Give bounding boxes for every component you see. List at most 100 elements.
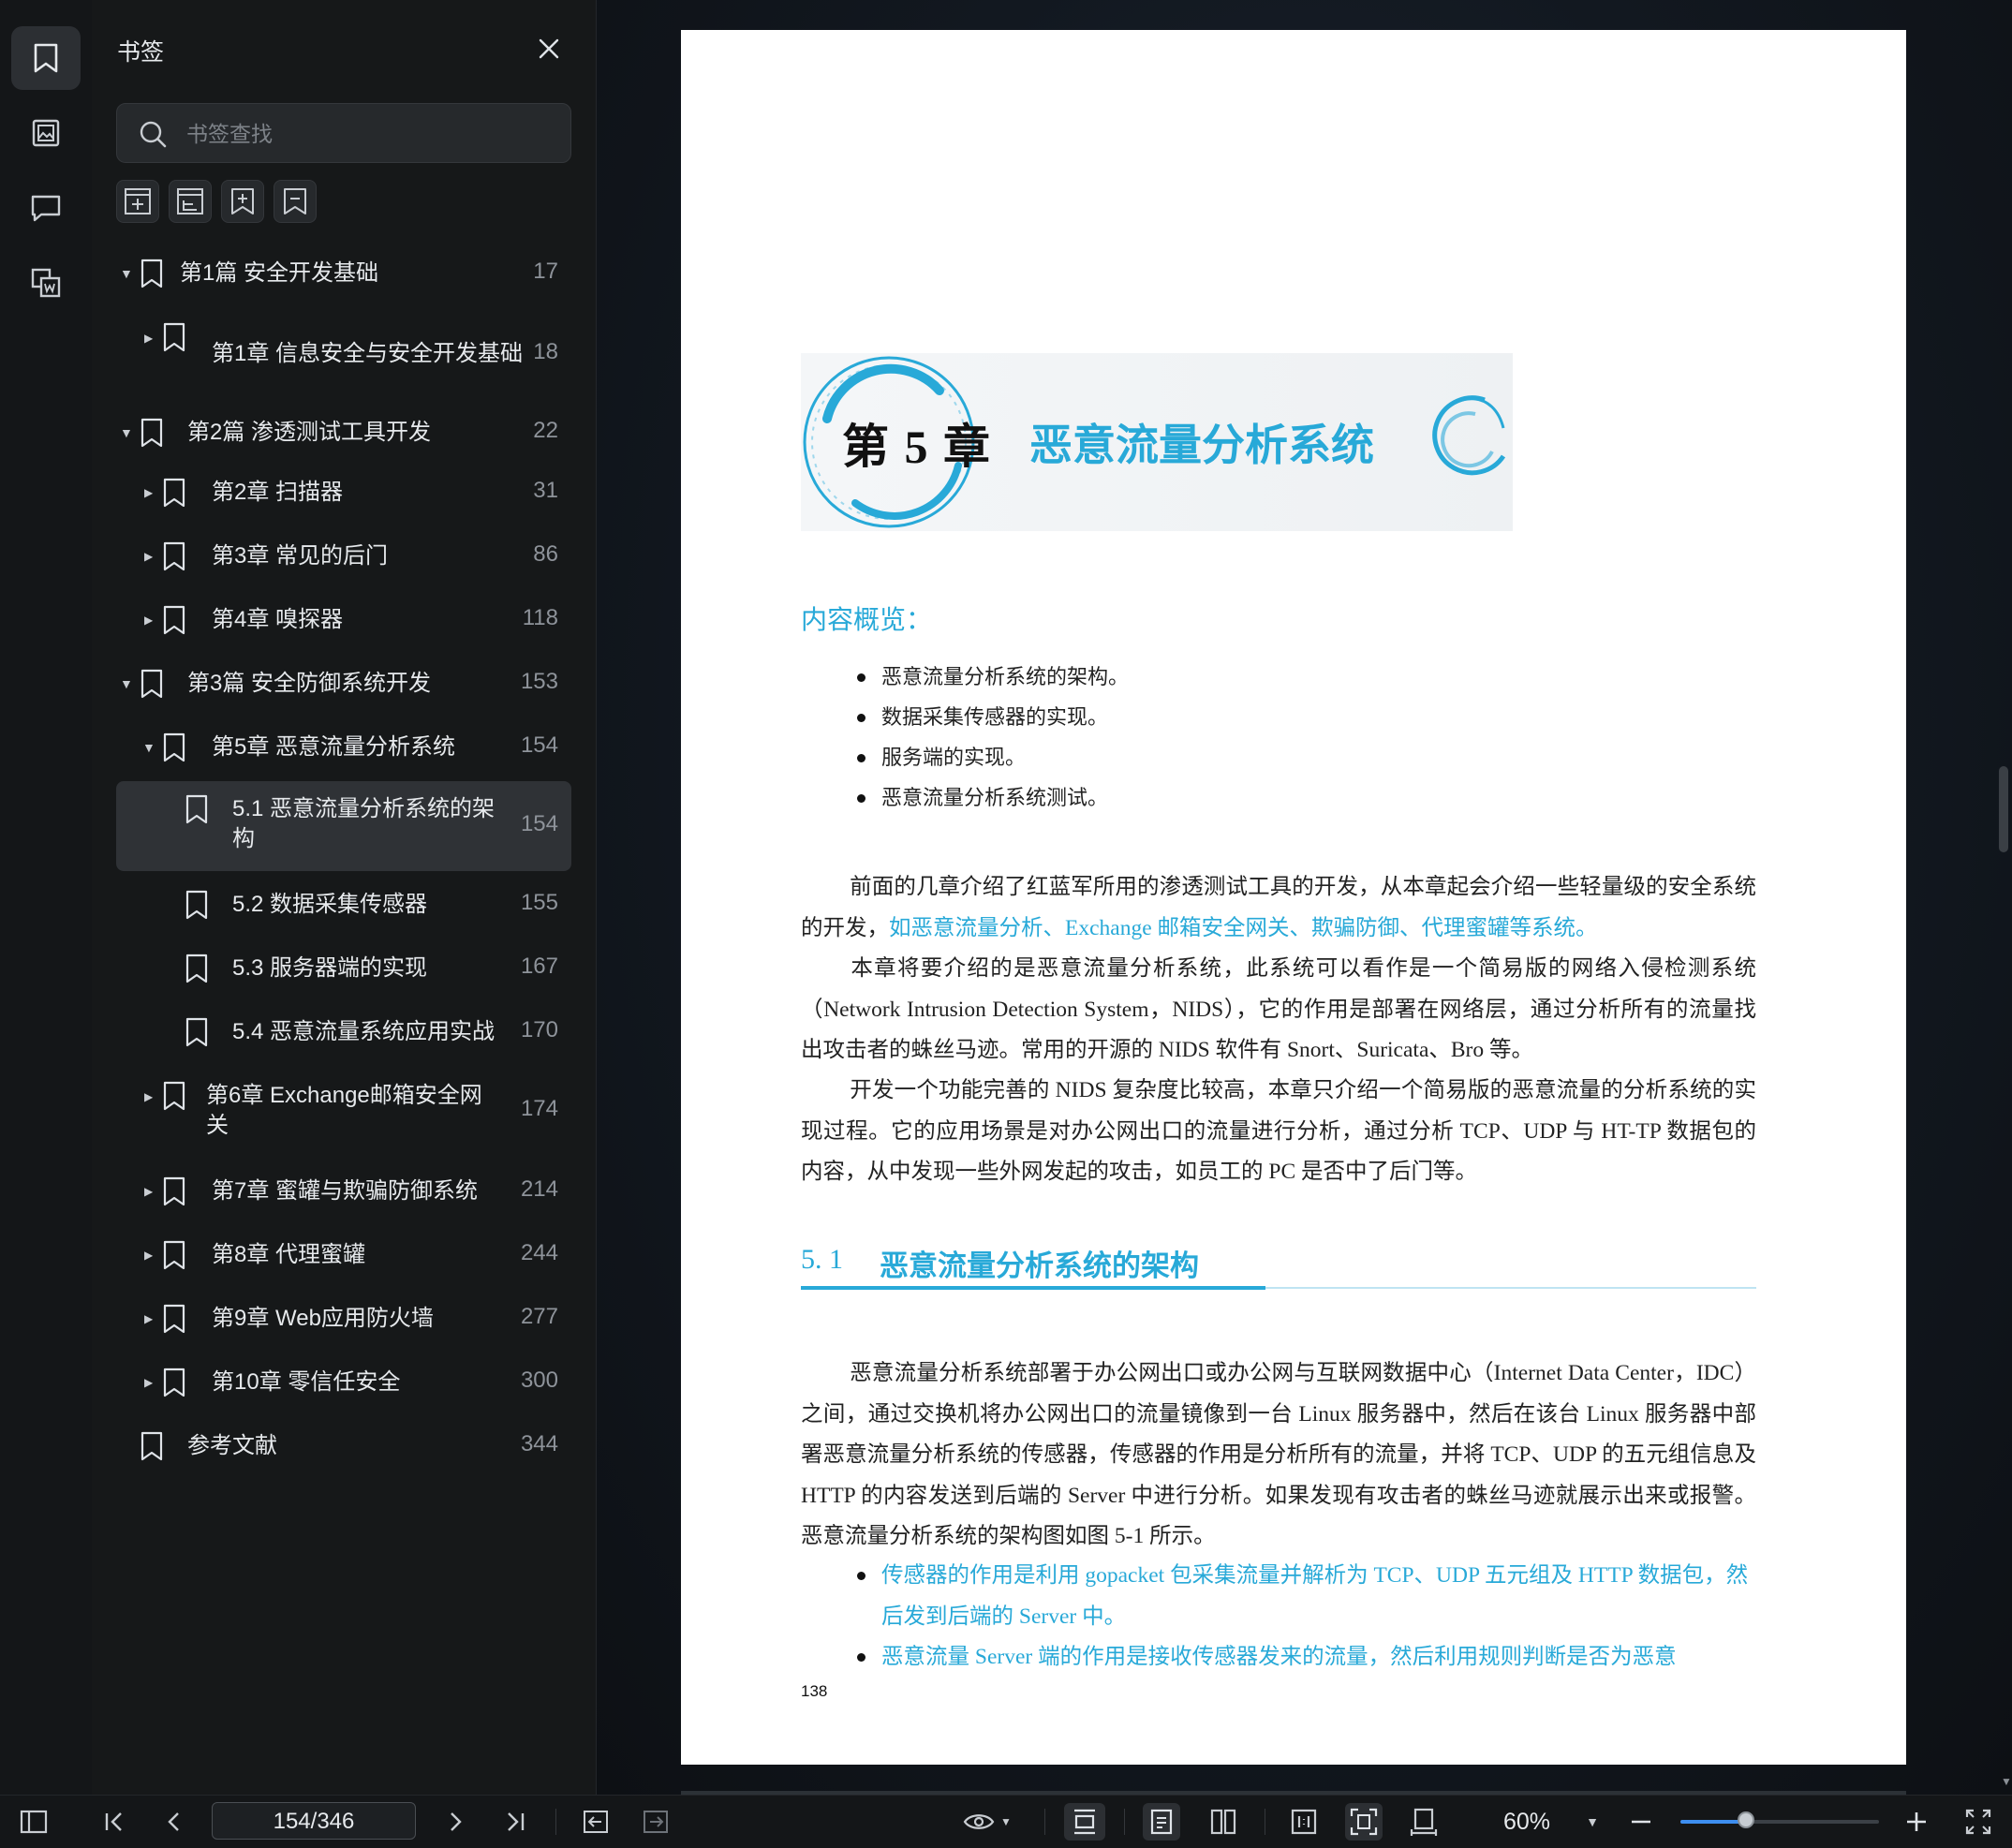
bookmark-icon [163, 732, 185, 762]
vertical-scrollbar-thumb[interactable] [1999, 766, 2008, 852]
expand-caret-icon[interactable]: ▼ [120, 677, 133, 690]
minus-icon [1632, 1820, 1650, 1824]
fit-width-button[interactable] [1405, 1803, 1442, 1841]
forward-button[interactable] [637, 1803, 674, 1841]
zoom-dropdown-button[interactable]: ▼ [1574, 1803, 1611, 1841]
bookmark-item[interactable]: ▼ 第5章 恶意流量分析系统 154 [116, 716, 571, 779]
delete-bookmark-button[interactable] [274, 180, 317, 223]
expand-caret-icon[interactable]: ▶ [144, 1312, 157, 1325]
insert-bookmark-button[interactable] [221, 180, 264, 223]
expand-caret-icon[interactable]: ▶ [144, 550, 157, 563]
expand-caret-icon[interactable]: ▶ [144, 1090, 157, 1103]
page-number-input[interactable]: 154/346 [212, 1802, 416, 1840]
zoom-slider-handle[interactable] [1737, 1811, 1754, 1828]
comment-panel-button[interactable] [11, 176, 81, 240]
bookmark-icon [141, 669, 163, 699]
bookmark-item[interactable]: ▼ 第2篇 渗透测试工具开发 22 [116, 405, 571, 461]
bookmark-item[interactable]: 5.2 数据采集传感器 155 [116, 873, 571, 937]
first-page-icon [105, 1812, 122, 1831]
expand-caret-icon[interactable]: ▶ [144, 614, 157, 627]
add-bookmark-icon [125, 188, 151, 214]
bookmark-item[interactable]: ▶ 第9章 Web应用防火墙 277 [116, 1287, 571, 1351]
chapter-banner: 第 5 章 恶意流量分析系统 [801, 353, 1513, 531]
bookmark-label: 第9章 Web应用防火墙 [212, 1306, 434, 1331]
highlighted-text: 如恶意流量分析、Exchange 邮箱安全网关、欺骗防御、代理蜜罐等系统。 [889, 915, 1598, 940]
expand-caret-icon[interactable]: ▶ [144, 1376, 157, 1389]
two-page-button[interactable] [1205, 1803, 1242, 1841]
chapter-title: 恶意流量分析系统 [1029, 420, 1374, 470]
bookmark-label: 第1章 信息安全与安全开发基础 [212, 341, 524, 366]
previous-page-button[interactable] [155, 1803, 193, 1841]
fullscreen-button[interactable] [1960, 1803, 1997, 1841]
bookmark-item[interactable]: ▶ 第6章 Exchange邮箱安全网关 174 [116, 1064, 571, 1160]
bookmark-label: 第10章 零信任安全 [212, 1369, 401, 1395]
bookmark-item[interactable]: 参考文献 344 [116, 1414, 571, 1478]
section-title: 恶意流量分析系统的架构 [880, 1249, 1199, 1283]
expand-caret-icon[interactable]: ▼ [142, 741, 155, 754]
back-button[interactable] [577, 1803, 614, 1841]
zoom-out-button[interactable] [1622, 1803, 1660, 1841]
single-page-button[interactable] [1143, 1803, 1180, 1841]
bookmark-item[interactable]: ▶ 第8章 代理蜜罐 244 [116, 1223, 571, 1287]
bookmark-icon [185, 954, 208, 983]
thumbnail-panel-button[interactable] [11, 101, 81, 165]
fit-width-icon [1410, 1808, 1438, 1836]
bookmark-item[interactable]: ▼ 第1篇 安全开发基础 17 [116, 245, 571, 302]
first-page-button[interactable] [96, 1803, 133, 1841]
bookmark-page: 155 [520, 890, 558, 915]
bookmark-item[interactable]: ▶ 第4章 嗅探器 118 [116, 588, 571, 652]
bookmark-label: 第7章 蜜罐与欺骗防御系统 [212, 1178, 479, 1204]
bookmark-item[interactable]: ▶ 第10章 零信任安全 300 [116, 1351, 571, 1414]
bookmark-panel-button[interactable] [11, 26, 81, 90]
close-button[interactable] [534, 34, 564, 64]
bookmark-item[interactable]: 5.3 服务器端的实现 167 [116, 937, 571, 1000]
add-child-bookmark-button[interactable] [169, 180, 212, 223]
expand-caret-icon[interactable]: ▶ [144, 486, 157, 499]
zoom-level[interactable]: 60% [1503, 1803, 1550, 1841]
expand-caret-icon[interactable]: ▼ [120, 426, 133, 439]
bookmark-item[interactable]: 5.4 恶意流量系统应用实战 170 [116, 1000, 571, 1064]
bookmark-icon [141, 259, 163, 288]
add-bookmark-button[interactable] [116, 180, 159, 223]
bookmark-icon [163, 1368, 185, 1397]
bookmark-item-selected[interactable]: 5.1 恶意流量分析系统的架构 154 [116, 781, 571, 871]
bookmark-icon [163, 541, 185, 571]
zoom-slider[interactable] [1680, 1811, 1879, 1828]
panel-title: 书签 [117, 39, 165, 66]
expand-caret-icon[interactable]: ▶ [144, 1249, 157, 1262]
continuous-scroll-button[interactable] [1064, 1803, 1105, 1841]
layers-icon [31, 268, 61, 298]
bookmark-item[interactable]: ▶ 第1章 信息安全与安全开发基础 18 [116, 302, 571, 405]
scroll-down-arrow-icon[interactable]: ▼ [2001, 1775, 2012, 1788]
chevron-left-icon [168, 1812, 179, 1831]
bookmark-page: 167 [520, 954, 558, 979]
bookmark-page: 174 [520, 1096, 558, 1121]
expand-caret-icon[interactable]: ▼ [120, 267, 133, 280]
bookmark-item[interactable]: ▶ 第7章 蜜罐与欺骗防御系统 214 [116, 1160, 571, 1223]
bookmark-label: 第2章 扫描器 [212, 480, 344, 505]
zoom-in-button[interactable] [1898, 1803, 1935, 1841]
bookmark-item[interactable]: ▼ 第3篇 安全防御系统开发 153 [116, 652, 571, 716]
fit-page-button[interactable] [1345, 1803, 1383, 1841]
expand-caret-icon[interactable]: ▶ [144, 332, 157, 345]
bookmark-label: 第8章 代理蜜罐 [212, 1242, 366, 1267]
actual-size-button[interactable] [1285, 1803, 1323, 1841]
toggle-sidebar-button[interactable] [15, 1803, 52, 1841]
last-page-button[interactable] [496, 1803, 534, 1841]
body-bullets: 传感器的作用是利用 gopacket 包采集流量并解析为 TCP、UDP 五元组… [801, 1556, 1756, 1678]
bookmark-item[interactable]: ▶ 第3章 常见的后门 86 [116, 525, 571, 588]
reading-mode-dropdown[interactable]: ▼ [959, 1803, 1015, 1841]
expand-caret-icon[interactable]: ▶ [144, 1185, 157, 1198]
next-page-button[interactable] [436, 1803, 474, 1841]
bookmark-search [116, 103, 571, 164]
paragraph-2: 本章将要介绍的是恶意流量分析系统，此系统可以看作是一个简易版的网络入侵检测系统（… [801, 949, 1756, 1072]
bookmark-tree: ▼ 第1篇 安全开发基础 17 ▶ 第1章 信息安全与安全开发基础 18 ▼ 第… [116, 245, 571, 1478]
fullscreen-icon [1965, 1809, 1991, 1835]
chevron-right-icon [451, 1812, 462, 1831]
bookmark-label: 5.1 恶意流量分析系统的架构 [232, 796, 496, 851]
attachment-panel-button[interactable] [11, 251, 81, 315]
bookmark-icon [163, 1081, 185, 1111]
zoom-slider-fill [1680, 1820, 1746, 1824]
bookmark-item[interactable]: ▶ 第2章 扫描器 31 [116, 461, 571, 525]
search-input[interactable] [185, 104, 563, 164]
